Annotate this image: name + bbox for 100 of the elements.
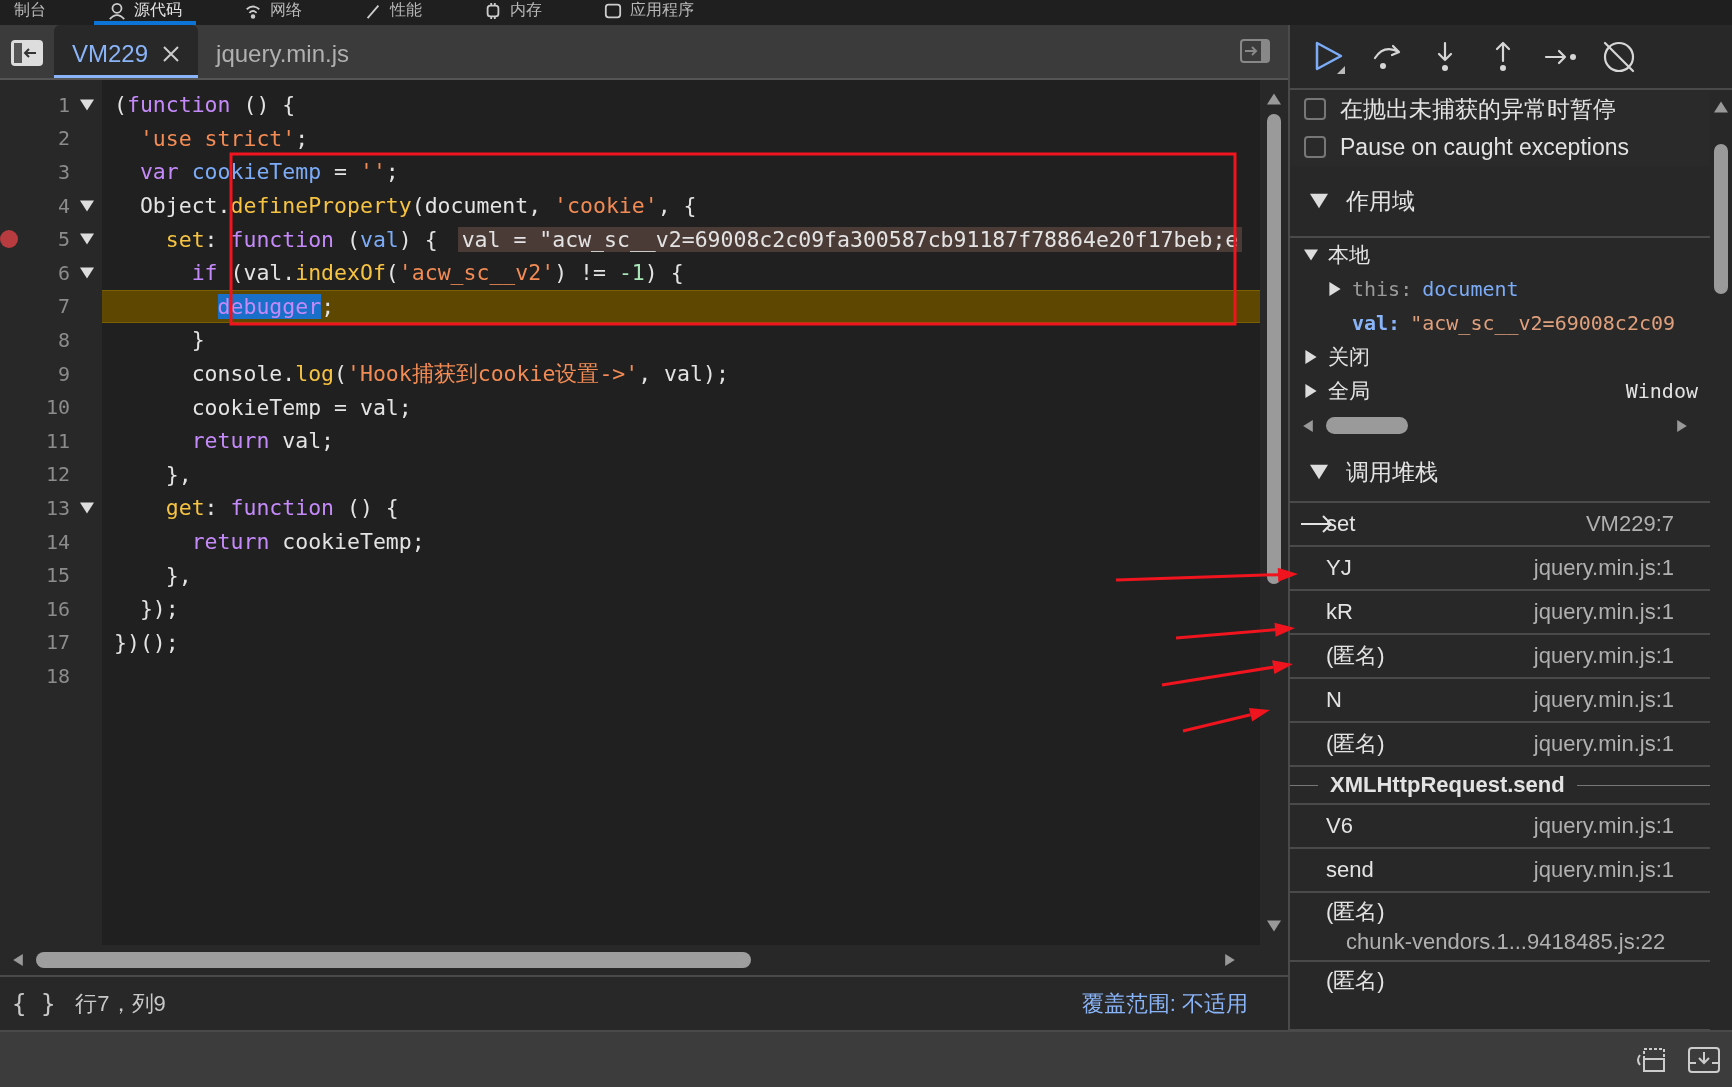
sidebar-toggle-icon[interactable] [10,39,44,67]
scroll-down-icon[interactable] [1267,919,1281,933]
scroll-left-icon[interactable] [1302,419,1314,432]
scope-label[interactable]: 全局 [1328,377,1370,405]
stack-frame[interactable]: send jquery.min.js:1 [1290,849,1710,893]
section-header[interactable]: 作用域 [1290,166,1710,238]
frame-name: (匿名) [1326,730,1385,758]
scrollbar-thumb[interactable] [1714,144,1728,294]
code-token: indexOf [295,260,386,286]
close-icon[interactable] [162,45,181,63]
stack-frame[interactable]: kR jquery.min.js:1 [1290,591,1710,635]
fold-arrow-icon[interactable] [80,265,94,280]
code-token: : [204,495,219,521]
scope-label[interactable]: 本地 [1328,241,1370,269]
checkbox[interactable] [1304,98,1326,120]
code-token: function [126,92,231,118]
scroll-left-icon[interactable] [12,954,24,966]
expand-arrow-icon[interactable] [1310,463,1328,481]
coverage-link[interactable]: 覆盖范围: 不适用 [1081,988,1248,1019]
code-token: = [333,159,348,185]
code-token: ; [385,159,399,185]
expand-arrow-icon[interactable] [1328,282,1342,296]
section-header[interactable]: 调用堆栈 [1290,443,1710,503]
variable-name: val: [1352,311,1401,335]
code-token: }, [164,562,192,588]
code-token: 'Hook捕获到cookie设置->' [347,360,639,389]
code-token: ) != [554,260,607,286]
code-token: val [359,226,399,252]
format-button[interactable]: { } [12,989,56,1018]
scope-label[interactable]: 关闭 [1328,343,1370,371]
cursor-position: 行7，列9 [75,989,166,1018]
frame-location: jquery.min.js:1 [1533,599,1674,625]
checkbox[interactable] [1304,136,1326,158]
code-token: log [295,361,335,387]
code-token: console. [190,361,296,387]
panel-tab[interactable]: 内存 [470,0,556,25]
stack-frame[interactable]: N jquery.min.js:1 [1290,679,1710,723]
stack-frame[interactable]: (匿名) chunk-vendors.1...9418485.js:22 [1290,893,1710,962]
code-token: ( [346,226,360,252]
scope-value: Window [1625,379,1698,403]
line-number: 6 [56,260,70,285]
chip-icon [484,1,502,20]
code-token: ( [334,361,347,387]
code-token: () { [242,92,296,118]
code-token: ) { [644,260,684,286]
file-tab[interactable]: jquery.min.js [198,25,367,78]
line-number: 18 [44,663,70,688]
scrollbar-thumb[interactable] [1326,417,1408,434]
code-token: 'acw_sc__v2' [398,260,555,286]
code-token: get [164,495,205,521]
fold-arrow-icon[interactable] [80,500,94,515]
file-tab[interactable]: VM229 [54,25,199,78]
frame-location: VM229:7 [1585,511,1674,537]
code-token: ( [114,92,127,118]
variable-value: "acw_sc__v2=69008c2c09 [1410,311,1676,335]
fold-arrow-icon[interactable] [80,198,94,213]
scrollbar-thumb[interactable] [36,952,751,968]
code-token: val; [281,428,335,454]
code-token: defineProperty [230,193,412,219]
line-number: 2 [56,126,70,151]
expand-arrow-icon[interactable] [1310,192,1328,210]
fold-arrow-icon[interactable] [80,97,94,112]
expand-arrow-icon[interactable] [1304,384,1318,398]
frame-name: YJ [1326,555,1352,581]
stack-frame[interactable]: V6 jquery.min.js:1 [1290,805,1710,849]
stack-frame[interactable]: (匿名) jquery.min.js:1 [1290,635,1710,679]
person-icon [108,1,126,20]
stack-frame[interactable]: (匿名) jquery.min.js:1 [1290,723,1710,767]
async-boundary: XMLHttpRequest.send [1330,772,1565,798]
panel-tab[interactable]: 性能 [350,0,436,25]
code-token: ( [385,260,399,286]
frame-location: jquery.min.js:1 [1533,687,1674,713]
fold-arrow-icon[interactable] [80,232,94,247]
panel-tab[interactable]: 网络 [230,0,316,25]
scroll-up-icon[interactable] [1267,92,1281,106]
scroll-right-icon[interactable] [1224,954,1236,966]
line-number: 16 [44,596,70,621]
scroll-up-icon[interactable] [1714,100,1728,114]
line-number: 10 [44,395,70,420]
scrollbar-thumb[interactable] [1267,114,1281,584]
expand-arrow-icon[interactable] [1304,248,1318,262]
code-token: var [138,159,180,185]
code-token: }); [138,596,179,622]
dock-icon[interactable] [1634,1046,1666,1073]
frame-name: V6 [1326,813,1353,839]
code-token: '' [359,159,386,185]
line-number: 8 [56,327,70,352]
panel-tab[interactable]: 制台 [0,0,60,25]
scroll-right-icon[interactable] [1676,419,1688,432]
line-number: 17 [44,630,70,655]
panel-toggle-icon[interactable] [1240,39,1270,63]
frame-name: send [1326,857,1374,883]
line-number: 3 [56,160,70,184]
stack-frame[interactable]: YJ jquery.min.js:1 [1290,547,1710,591]
breakpoint-icon[interactable] [0,230,18,249]
panel-tab[interactable]: 应用程序 [590,0,708,25]
code-token: cookieTemp; [281,529,425,554]
code-token: ; [321,293,335,319]
expand-arrow-icon[interactable] [1304,350,1318,364]
download-icon[interactable] [1688,1046,1720,1073]
